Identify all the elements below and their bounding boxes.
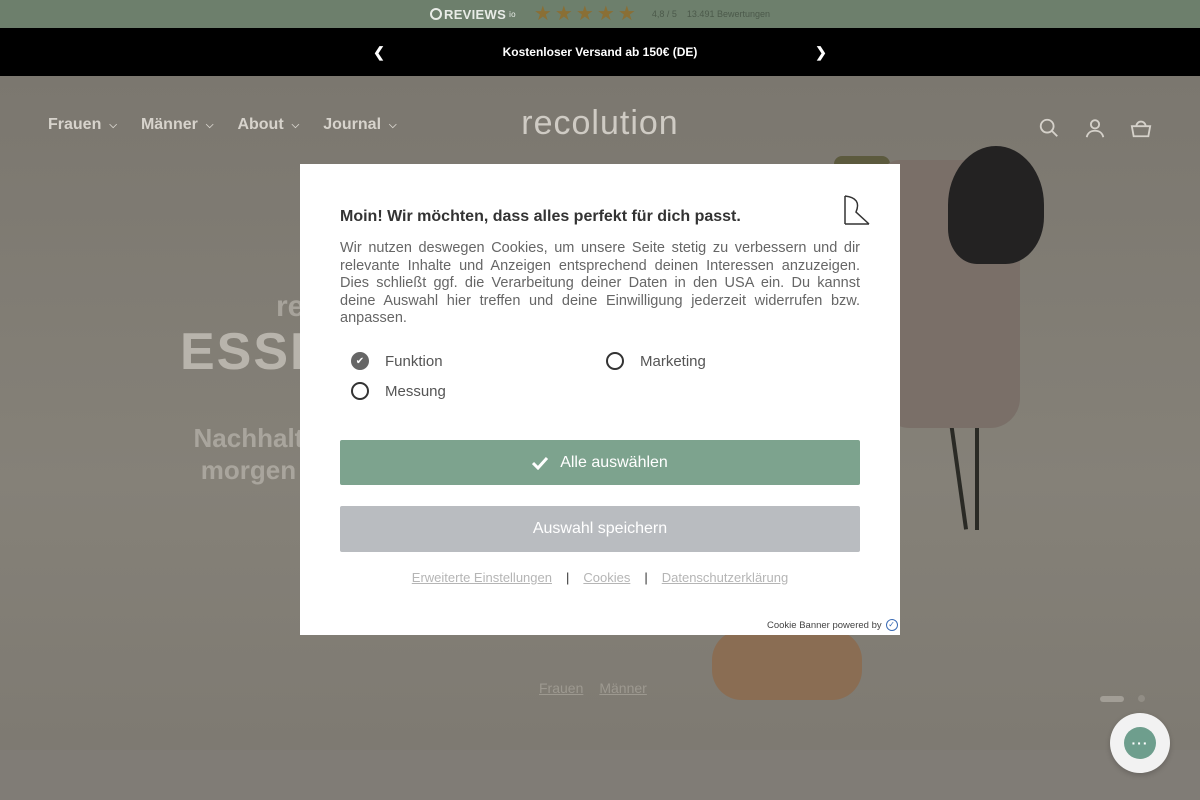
cookie-description: Wir nutzen deswegen Cookies, um unsere S…: [340, 240, 860, 326]
recolution-mark-icon: [844, 195, 870, 225]
sneakers-image: [712, 630, 862, 700]
chevron-down-icon: ⌵: [109, 119, 117, 131]
main-nav: Frauen ⌵ Männer ⌵ About ⌵ Journal ⌵: [48, 116, 397, 134]
star-icon: ★: [554, 3, 573, 25]
cookie-consent-dialog: Moin! Wir möchten, dass alles perfekt fü…: [300, 164, 900, 635]
hero-links: Frauen Männer: [539, 680, 647, 696]
hero-link-maenner[interactable]: Männer: [599, 680, 646, 696]
save-selection-button[interactable]: Auswahl speichern: [340, 506, 860, 552]
radio-button[interactable]: [606, 352, 624, 370]
option-funktion[interactable]: ✔ Funktion: [351, 352, 443, 370]
cookie-links: Erweiterte Einstellungen | Cookies | Dat…: [340, 570, 860, 585]
option-label: Funktion: [385, 352, 443, 370]
chevron-down-icon: ⌵: [291, 119, 300, 131]
cookie-title: Moin! Wir möchten, dass alles perfekt fü…: [340, 208, 741, 225]
chat-bubble-icon: ···: [1124, 727, 1156, 759]
site-logo[interactable]: recolution: [500, 104, 700, 143]
star-icon: ★: [596, 3, 615, 25]
account-icon[interactable]: [1084, 117, 1106, 139]
save-selection-label: Auswahl speichern: [532, 520, 668, 537]
half-star-icon: ★: [617, 3, 636, 25]
rating-score: 4,8 / 5: [651, 9, 677, 19]
nav-item-label: Frauen: [48, 116, 102, 133]
chevron-right-icon[interactable]: ❯: [811, 42, 831, 62]
chevron-down-icon: ⌵: [205, 119, 214, 131]
cart-icon[interactable]: [1130, 117, 1152, 139]
reviews-star-badge-icon: [430, 8, 442, 20]
reviews-io-logo: REVIEWS io: [430, 7, 516, 22]
nav-item-maenner[interactable]: Männer ⌵: [141, 116, 214, 134]
verified-badge-icon: ✓: [885, 619, 898, 631]
below-hero-section: [0, 750, 1200, 800]
slider-pagination: [1100, 695, 1145, 702]
nav-item-journal[interactable]: Journal ⌵: [323, 116, 396, 134]
cookies-link[interactable]: Cookies: [583, 570, 630, 585]
review-count: 13.491 Bewertungen: [686, 9, 770, 19]
header-icons: [1038, 117, 1152, 139]
powered-by[interactable]: Cookie Banner powered by ✓: [767, 619, 898, 631]
announcement-message: Kostenloser Versand ab 150€ (DE): [502, 45, 698, 59]
option-messung[interactable]: Messung: [351, 382, 446, 400]
announcement-bar: ❮ Kostenloser Versand ab 150€ (DE) ❯: [0, 28, 1200, 76]
chevron-down-icon: ⌵: [389, 119, 397, 131]
privacy-policy-link[interactable]: Datenschutzerklärung: [662, 570, 788, 585]
check-icon: [532, 456, 549, 470]
chevron-left-icon[interactable]: ❮: [369, 42, 389, 62]
nav-item-label: Journal: [323, 116, 382, 133]
rating-stars: ★ ★ ★ ★ ★: [533, 3, 636, 25]
link-separator: |: [644, 570, 648, 585]
hero-link-frauen[interactable]: Frauen: [539, 680, 583, 696]
cap-image: [948, 146, 1044, 264]
slide-dot-active[interactable]: [1100, 695, 1124, 702]
nav-item-about[interactable]: About ⌵: [237, 116, 299, 134]
nav-item-frauen[interactable]: Frauen ⌵: [48, 116, 117, 134]
option-label: Messung: [385, 382, 446, 400]
option-label: Marketing: [640, 352, 706, 370]
star-icon: ★: [533, 3, 552, 25]
reviews-brand-suffix: io: [509, 9, 516, 19]
option-marketing[interactable]: Marketing: [606, 352, 706, 370]
chat-button[interactable]: ···: [1110, 713, 1170, 773]
nav-item-label: Männer: [140, 116, 198, 133]
link-separator: |: [565, 570, 570, 585]
slide-dot[interactable]: [1138, 695, 1145, 702]
reviews-bar[interactable]: REVIEWS io ★ ★ ★ ★ ★ 4,8 / 5 13.491 Bewe…: [0, 0, 1200, 28]
reviews-brand: REVIEWS: [444, 6, 507, 22]
advanced-settings-link[interactable]: Erweiterte Einstellungen: [412, 570, 552, 585]
powered-by-text: Cookie Banner powered by: [767, 619, 882, 631]
star-icon: ★: [575, 3, 594, 25]
accept-all-button[interactable]: Alle auswählen: [340, 440, 860, 485]
search-icon[interactable]: [1038, 117, 1060, 139]
checkmark-icon[interactable]: ✔: [351, 352, 369, 370]
radio-button[interactable]: [351, 382, 369, 400]
nav-item-label: About: [237, 116, 284, 133]
accept-all-label: Alle auswählen: [560, 453, 668, 471]
